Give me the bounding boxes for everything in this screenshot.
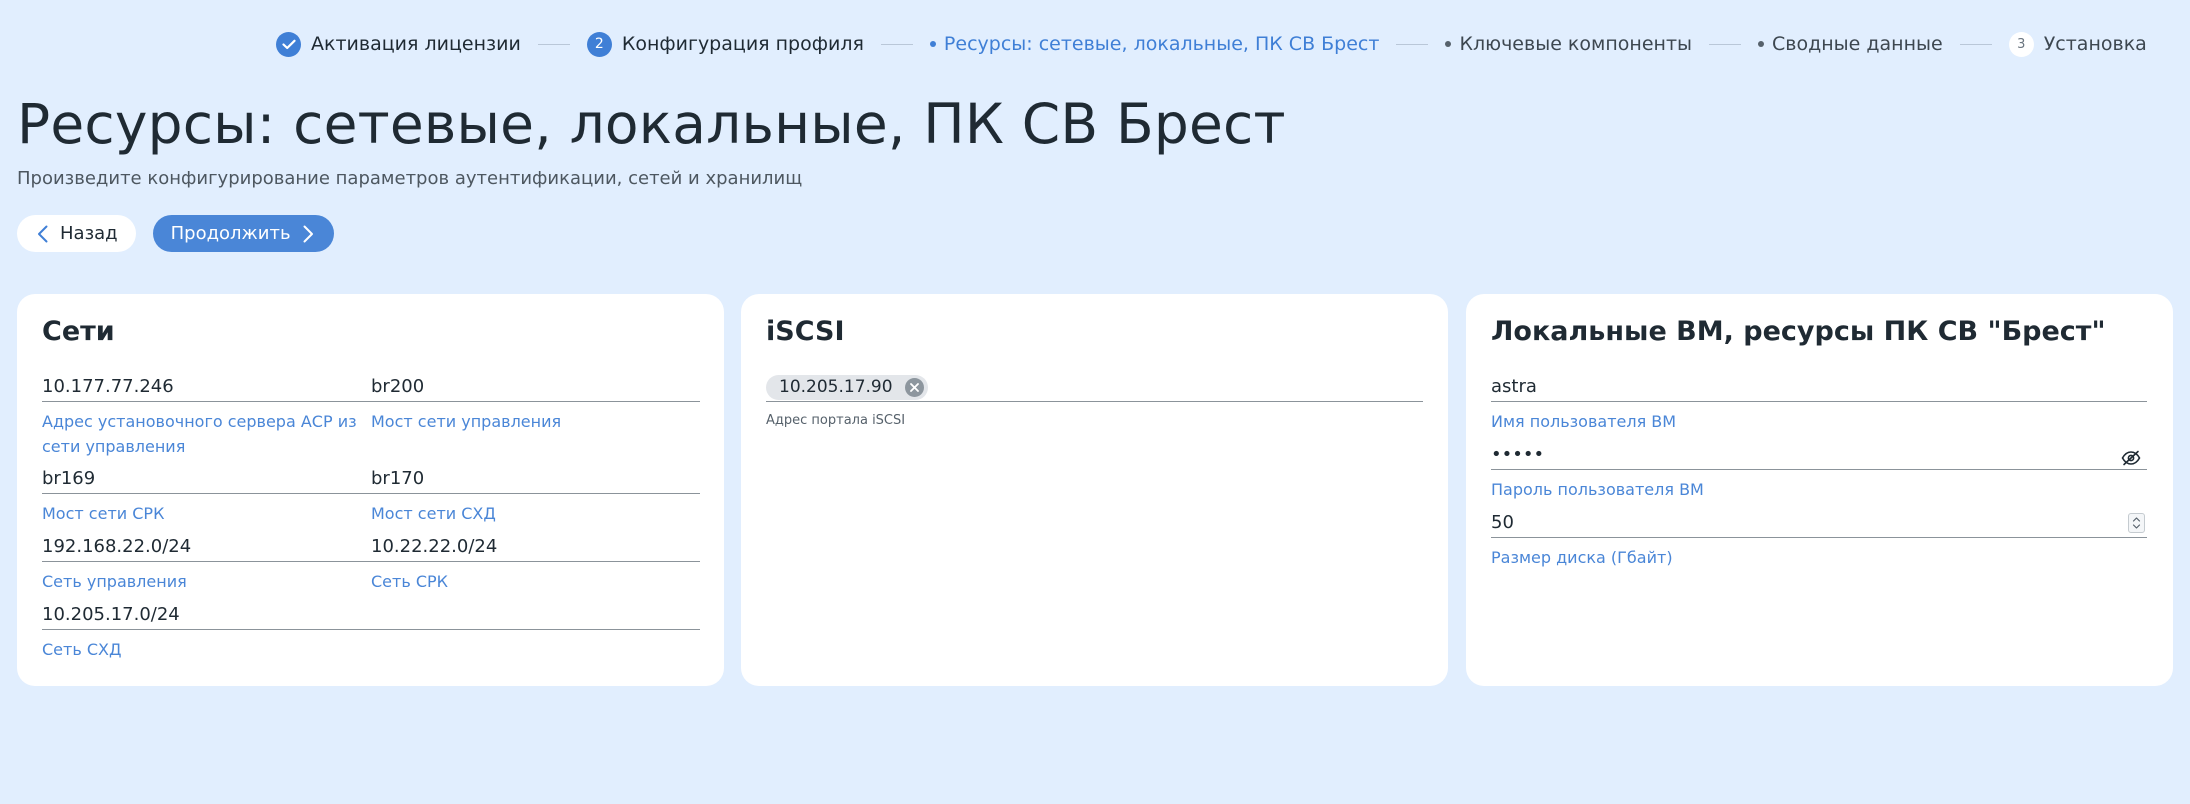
shd-network-input[interactable]: 10.205.17.0/24 bbox=[42, 600, 700, 630]
step-number: 2 bbox=[586, 31, 612, 57]
mgmt-bridge-input[interactable]: br200 bbox=[371, 372, 700, 402]
iscsi-portal-label: Адрес портала iSCSI bbox=[766, 413, 906, 428]
mgmt-network-input[interactable]: 192.168.22.0/24 bbox=[42, 532, 371, 562]
iscsi-card: iSCSI 10.205.17.90 Адрес портала iSCSI bbox=[741, 294, 1448, 686]
step-number: 3 bbox=[2008, 31, 2034, 57]
mgmt-bridge-label: Мост сети управления bbox=[371, 412, 562, 431]
step-separator bbox=[537, 43, 570, 45]
iscsi-portal-input[interactable]: 10.205.17.90 bbox=[766, 372, 1423, 402]
step-separator bbox=[880, 43, 913, 45]
vm-username-input[interactable]: astra bbox=[1491, 372, 2147, 402]
close-icon[interactable] bbox=[904, 377, 924, 397]
step-label: Ресурсы: сетевые, локальные, ПК СВ Брест bbox=[943, 33, 1380, 55]
page-subtitle: Произведите конфигурирование параметров … bbox=[17, 168, 803, 189]
networks-card: Сети 10.177.77.246 Адрес установочного с… bbox=[17, 294, 724, 686]
install-server-field: 10.177.77.246 Адрес установочного сервер… bbox=[42, 372, 371, 459]
srk-bridge-input[interactable]: br169 bbox=[42, 464, 371, 494]
disk-size-value: 50 bbox=[1491, 512, 1514, 533]
local-vm-card-title: Локальные ВМ, ресурсы ПК СВ "Брест" bbox=[1491, 316, 2106, 347]
step-label: Сводные данные bbox=[1772, 33, 1943, 55]
step-separator bbox=[1709, 43, 1742, 45]
step-label: Установка bbox=[2043, 33, 2147, 55]
networks-card-title: Сети bbox=[42, 316, 115, 347]
step-installation[interactable]: 3 Установка bbox=[2008, 31, 2147, 57]
vm-password-value: ••••• bbox=[1491, 444, 1545, 465]
action-bar: Назад Продолжить bbox=[17, 215, 334, 252]
disk-size-label: Размер диска (Гбайт) bbox=[1491, 548, 1673, 567]
step-profile-configuration[interactable]: 2 Конфигурация профиля bbox=[586, 31, 864, 57]
portal-chip-label: 10.205.17.90 bbox=[779, 377, 893, 397]
disk-size-input[interactable]: 50 bbox=[1491, 508, 2147, 538]
srk-bridge-label: Мост сети СРК bbox=[42, 504, 165, 523]
shd-bridge-label: Мост сети СХД bbox=[371, 504, 496, 523]
continue-button[interactable]: Продолжить bbox=[152, 215, 334, 252]
shd-network-label: Сеть СХД bbox=[42, 640, 122, 659]
vm-username-field: astra Имя пользователя ВМ bbox=[1491, 372, 2147, 434]
step-label: Ключевые компоненты bbox=[1459, 33, 1693, 55]
step-key-components[interactable]: Ключевые компоненты bbox=[1445, 33, 1692, 55]
vm-password-field: ••••• Пароль пользователя ВМ bbox=[1491, 440, 2147, 502]
srk-network-input[interactable]: 10.22.22.0/24 bbox=[371, 532, 700, 562]
step-label: Активация лицензии bbox=[311, 33, 521, 55]
local-vm-card: Локальные ВМ, ресурсы ПК СВ "Брест" astr… bbox=[1466, 294, 2173, 686]
continue-button-label: Продолжить bbox=[170, 223, 291, 244]
step-license-activation[interactable]: Активация лицензии bbox=[276, 31, 521, 57]
dot-icon bbox=[929, 41, 936, 47]
iscsi-card-title: iSCSI bbox=[766, 316, 845, 347]
number-stepper-icon[interactable] bbox=[2128, 513, 2145, 533]
shd-network-field: 10.205.17.0/24 Сеть СХД bbox=[42, 600, 700, 662]
dot-icon bbox=[1445, 41, 1452, 47]
wizard-stepper: Активация лицензии 2 Конфигурация профил… bbox=[276, 30, 2147, 58]
back-button-label: Назад bbox=[60, 223, 118, 244]
vm-password-label: Пароль пользователя ВМ bbox=[1491, 480, 1704, 499]
mgmt-network-label: Сеть управления bbox=[42, 572, 187, 591]
page-title: Ресурсы: сетевые, локальные, ПК СВ Брест bbox=[17, 92, 1286, 156]
shd-bridge-field: br170 Мост сети СХД bbox=[371, 464, 700, 526]
srk-network-label: Сеть СРК bbox=[371, 572, 449, 591]
srk-bridge-field: br169 Мост сети СРК bbox=[42, 464, 371, 526]
srk-network-field: 10.22.22.0/24 Сеть СРК bbox=[371, 532, 700, 594]
step-separator bbox=[1959, 43, 1992, 45]
vm-password-input[interactable]: ••••• bbox=[1491, 440, 2147, 470]
install-server-label: Адрес установочного сервера АСР из сети … bbox=[42, 412, 357, 456]
check-icon bbox=[276, 31, 301, 57]
install-server-input[interactable]: 10.177.77.246 bbox=[42, 372, 371, 402]
chevron-left-icon bbox=[38, 225, 48, 242]
portal-chip: 10.205.17.90 bbox=[766, 374, 928, 400]
dot-icon bbox=[1758, 41, 1765, 47]
mgmt-network-field: 192.168.22.0/24 Сеть управления bbox=[42, 532, 371, 594]
step-separator bbox=[1396, 43, 1429, 45]
eye-off-icon[interactable] bbox=[2121, 446, 2141, 476]
step-summary[interactable]: Сводные данные bbox=[1758, 33, 1943, 55]
mgmt-bridge-field: br200 Мост сети управления bbox=[371, 372, 700, 434]
shd-bridge-input[interactable]: br170 bbox=[371, 464, 700, 494]
step-label: Конфигурация профиля bbox=[621, 33, 864, 55]
chevron-right-icon bbox=[303, 225, 313, 242]
back-button[interactable]: Назад bbox=[17, 215, 136, 252]
vm-username-label: Имя пользователя ВМ bbox=[1491, 412, 1677, 431]
disk-size-field: 50 Размер диска (Гбайт) bbox=[1491, 508, 2147, 570]
iscsi-portal-field: 10.205.17.90 Адрес портала iSCSI bbox=[766, 372, 1423, 433]
step-resources[interactable]: Ресурсы: сетевые, локальные, ПК СВ Брест bbox=[929, 33, 1380, 55]
